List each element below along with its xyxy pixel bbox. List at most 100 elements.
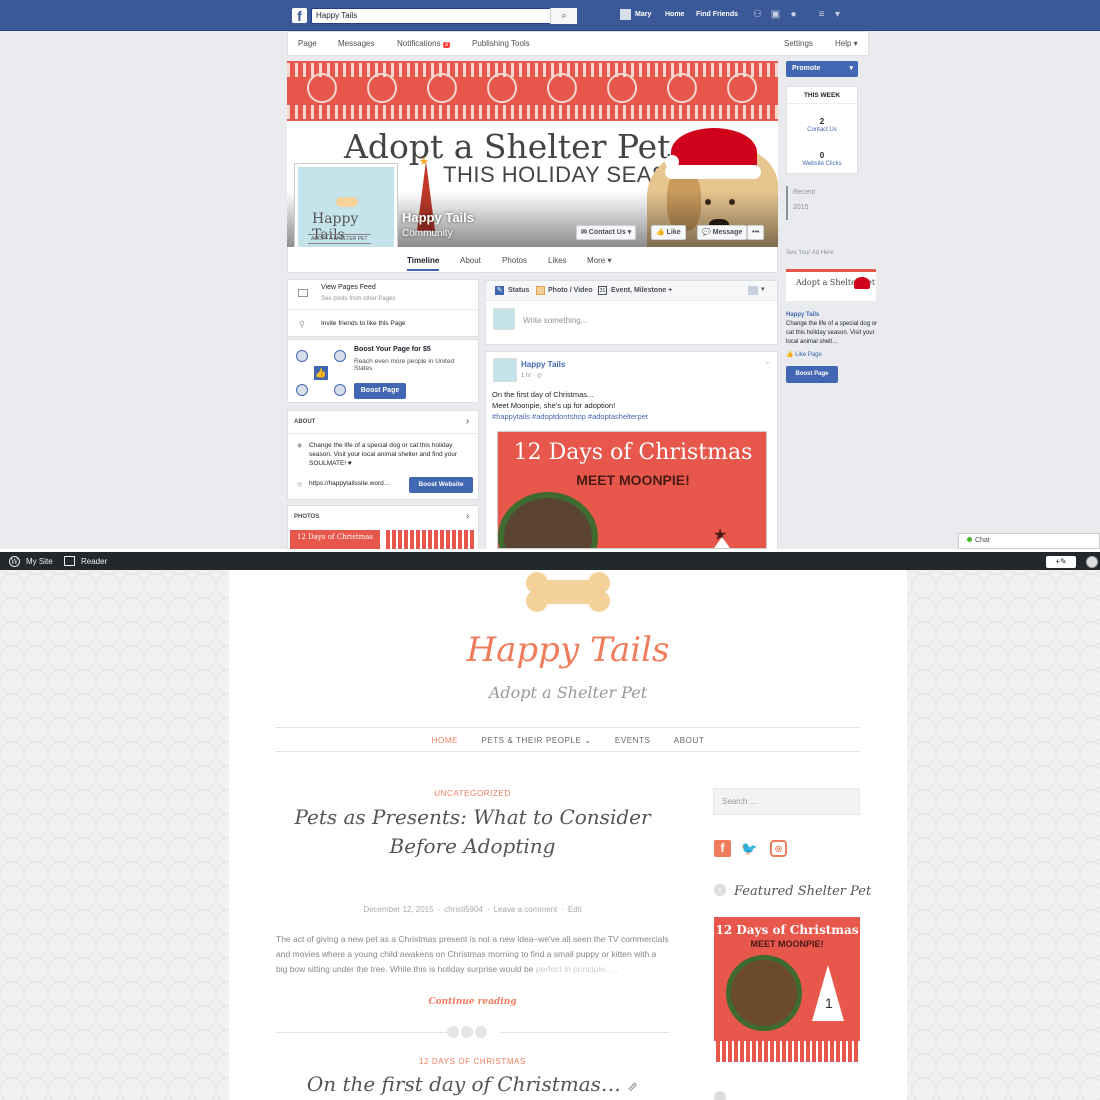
search-input[interactable]: Happy Tails (311, 8, 577, 24)
post-author[interactable]: Happy Tails (521, 360, 565, 369)
reader-link[interactable]: Reader (81, 557, 107, 566)
boost-page-button[interactable]: Boost Page (786, 366, 838, 383)
tab-about[interactable]: About (460, 256, 481, 265)
tab-photos[interactable]: Photos (502, 256, 527, 265)
photo-icon (536, 286, 545, 295)
photo-video-tab[interactable]: Photo / Video (548, 287, 593, 294)
tab-page[interactable]: Page (298, 39, 317, 48)
friend-requests-icon[interactable]: ⚇ (752, 9, 763, 20)
photo-thumbnail[interactable]: 12 Days of Christmas (290, 530, 380, 549)
post-category[interactable]: UNCATEGORIZED (276, 789, 669, 798)
post-hashtags[interactable]: #happytails #adoptdontshop #adoptashelte… (492, 412, 648, 421)
christmas-tree-icon (812, 965, 844, 1021)
tab-likes[interactable]: Likes (548, 256, 567, 265)
like-button[interactable]: 👍 Like (651, 225, 686, 240)
invite-friends-link[interactable]: Invite friends to like this Page (321, 320, 406, 327)
instagram-icon[interactable]: ◎ (770, 840, 787, 857)
pages-feed-link[interactable]: View Pages Feed (321, 284, 376, 291)
bone-logo-icon[interactable] (526, 572, 610, 612)
write-button[interactable]: +✎ (1046, 556, 1076, 568)
menu-item-about[interactable]: ABOUT (674, 736, 705, 745)
thumbs-up-icon: 👍 (786, 352, 796, 358)
composer-input[interactable]: Write something... (523, 316, 587, 325)
clicks-label[interactable]: Website Clicks (787, 161, 857, 167)
more-options-button[interactable]: ••• (747, 225, 765, 240)
cover-pattern (287, 61, 778, 121)
post-author[interactable]: christi5904 (444, 905, 483, 914)
ad-body: Change the life of a special dog or cat … (786, 321, 878, 345)
home-link[interactable]: Home (665, 11, 684, 18)
boost-website-button[interactable]: Boost Website (409, 477, 473, 493)
tab-help[interactable]: Help ▾ (835, 39, 858, 48)
scrubber-year[interactable]: 2015 (793, 204, 809, 211)
avatar[interactable] (493, 358, 517, 382)
leave-comment-link[interactable]: Leave a comment (494, 905, 558, 914)
search-icon[interactable]: ⌕ (550, 8, 577, 24)
tab-notifications[interactable]: Notifications 3 (397, 39, 450, 48)
ad-text[interactable]: Happy Tails Change the life of a special… (786, 311, 878, 347)
wordpress-logo-icon[interactable]: W (9, 556, 20, 567)
menu-item-home[interactable]: HOME (432, 736, 458, 745)
chevron-right-icon[interactable]: › (466, 416, 469, 427)
chat-bar[interactable]: Chat (958, 533, 1100, 549)
tab-messages[interactable]: Messages (338, 39, 374, 48)
tab-timeline[interactable]: Timeline (407, 256, 440, 271)
avatar[interactable] (620, 9, 631, 20)
thumbs-up-icon: 👍 (314, 366, 328, 380)
avatar[interactable] (1086, 556, 1098, 568)
chevron-down-icon[interactable]: ⌄ (764, 357, 771, 366)
facebook-logo-icon[interactable]: f (292, 8, 307, 24)
page-category[interactable]: Community (402, 228, 453, 239)
post-image[interactable]: 12 Days of Christmas MEET MOONPIE! ★ (497, 431, 767, 549)
website-link[interactable]: https://happytailssite.word… (309, 480, 390, 487)
find-friends-link[interactable]: Find Friends (696, 11, 738, 18)
menu-item-events[interactable]: EVENTS (615, 736, 651, 745)
boost-page-button[interactable]: Boost Page (354, 383, 406, 399)
like-page-link[interactable]: 👍 Like Page (786, 351, 822, 358)
tab-more[interactable]: More ▾ (587, 256, 611, 265)
quick-help-icon[interactable]: ≡ (816, 9, 827, 20)
my-site-link[interactable]: My Site (26, 557, 53, 566)
contact-us-button[interactable]: ✉ Contact Us ▾ (576, 225, 637, 240)
post-title[interactable]: On the first day of Christmas… ⇗ (276, 1070, 669, 1100)
chevron-down-icon[interactable]: ▾ (761, 285, 765, 293)
featured-subtitle: MEET MOONPIE! (750, 939, 824, 949)
twitter-icon[interactable]: 🐦 (741, 840, 758, 857)
continue-reading-link[interactable]: Continue reading (276, 997, 669, 1007)
tab-settings[interactable]: Settings (784, 39, 813, 48)
post-title[interactable]: Pets as Presents: What to Consider Befor… (276, 803, 669, 861)
page-admin-tabs: Page Messages Notifications 3 Publishing … (287, 31, 869, 56)
chat-label: Chat (975, 537, 990, 544)
facebook-icon[interactable]: f (714, 840, 731, 857)
external-link-icon[interactable]: ⇗ (627, 1080, 638, 1095)
promote-button[interactable]: Promote ▾ (786, 61, 858, 77)
audience-icon[interactable] (748, 286, 758, 295)
menu-item-pets[interactable]: PETS & THEIR PEOPLE ⌄ (481, 736, 591, 745)
post-date[interactable]: December 12, 2015 (363, 905, 433, 914)
post-time[interactable]: 1 hr · ◎ (521, 372, 542, 379)
search-input[interactable]: Search … (713, 788, 860, 815)
contact-label[interactable]: Contact Us (787, 127, 857, 133)
ad-image[interactable]: Adopt a Shelter Pet (786, 269, 876, 301)
chevron-right-icon[interactable]: › (466, 511, 469, 522)
scrubber-recent[interactable]: Recent (793, 189, 815, 196)
widget-icon: × (714, 884, 726, 896)
tab-publishing-tools[interactable]: Publishing Tools (472, 39, 530, 48)
chevron-down-icon[interactable]: ▾ (832, 9, 843, 20)
edit-link[interactable]: Edit (568, 905, 582, 914)
boost-illustration: 👍 (294, 346, 348, 400)
profile-logo-tagline: ADOPT A SHELTER PET (308, 234, 371, 244)
messages-icon[interactable]: ▣ (770, 9, 781, 20)
page-name[interactable]: Happy Tails (402, 210, 474, 225)
post-category[interactable]: 12 DAYS OF CHRISTMAS (276, 1057, 669, 1066)
santa-hat-pompom (665, 155, 679, 169)
event-milestone-tab[interactable]: Event, Milestone + (611, 287, 672, 294)
message-button[interactable]: 💬 Message (697, 225, 748, 240)
globe-icon[interactable]: ● (788, 9, 799, 20)
profile-link[interactable]: Mary (635, 11, 651, 18)
site-title[interactable]: Happy Tails (229, 630, 907, 670)
status-tab[interactable]: Status (508, 287, 529, 294)
photo-thumbnail[interactable] (384, 530, 476, 549)
featured-pet-image[interactable]: 12 Days of Christmas MEET MOONPIE! 1 (714, 917, 860, 1062)
invite-icon: ⚲ (299, 320, 305, 329)
